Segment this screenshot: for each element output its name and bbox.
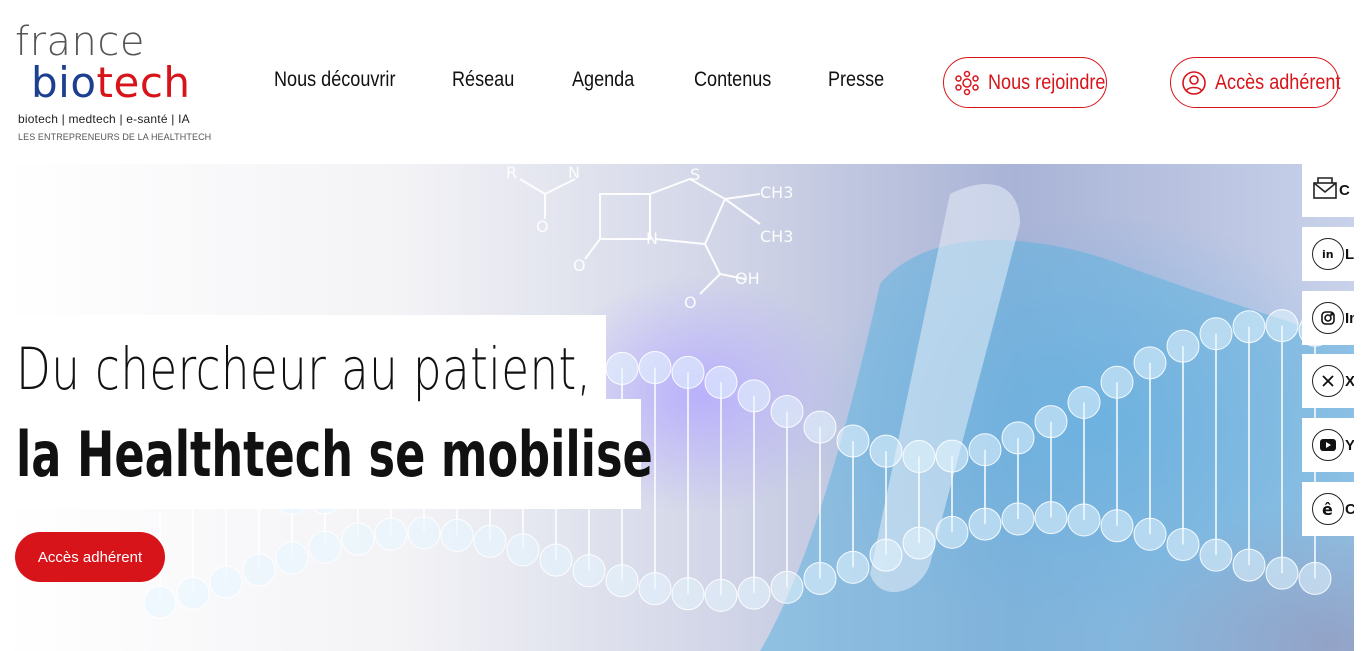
social-tab-linkedin[interactable]: in Li (1302, 227, 1354, 281)
youtube-icon (1312, 429, 1344, 461)
chem-n2: N (646, 229, 658, 248)
hero-headline-line1: Du chercheur au patient, (16, 335, 592, 403)
social-tab-youtube-label: Y (1345, 436, 1354, 454)
logo-subtagline: LES ENTREPRENEURS DE LA HEALTHTECH (18, 132, 212, 142)
user-circle-icon (1181, 70, 1207, 96)
instagram-icon (1312, 302, 1344, 334)
hero-member-access-button[interactable]: Accès adhérent (15, 532, 165, 582)
e-icon: ê (1312, 493, 1344, 525)
join-button-label: Nous rejoindre (988, 70, 1106, 94)
nav-contenus[interactable]: Contenus (694, 68, 771, 92)
chem-n1: N (568, 164, 580, 182)
nav-presse[interactable]: Presse (828, 68, 884, 92)
nav-agenda[interactable]: Agenda (572, 68, 634, 92)
social-tab-instagram-label: In (1345, 309, 1354, 327)
svg-text:in: in (1322, 248, 1334, 261)
social-tab-instagram[interactable]: In (1302, 291, 1354, 345)
join-button[interactable]: Nous rejoindre (943, 57, 1107, 108)
chem-o1: O (536, 217, 549, 236)
chem-s: S (690, 165, 700, 184)
envelope-icon (1312, 175, 1338, 206)
chem-ch3b: CH3 (760, 227, 793, 246)
member-access-button[interactable]: Accès adhérent (1170, 57, 1341, 108)
chem-r: R (506, 164, 517, 182)
logo-tagline: biotech | medtech | e-santé | IA (18, 112, 190, 126)
hero-banner: R N S CH3 CH3 N O O O OH Du chercheur au… (0, 164, 1354, 651)
chem-o2: O (573, 256, 586, 275)
social-tab-contact[interactable]: C (1302, 163, 1354, 217)
social-tab-x-label: X (1345, 372, 1354, 390)
france-biotech-logo[interactable]: france biotech biotech | medtech | e-san… (15, 20, 211, 145)
nav-reseau[interactable]: Réseau (452, 68, 514, 92)
x-icon (1312, 365, 1344, 397)
hero-headline-line2: la Healthtech se mobilise (16, 418, 653, 491)
site-header: france biotech biotech | medtech | e-san… (0, 0, 1366, 164)
svg-text:ê: ê (1322, 500, 1333, 518)
chem-ch3a: CH3 (760, 183, 793, 202)
chem-oh: OH (735, 269, 760, 288)
social-tab-e[interactable]: ê C (1302, 482, 1354, 536)
chem-o3: O (684, 293, 697, 312)
social-tab-linkedin-label: Li (1345, 245, 1354, 263)
social-tab-e-label: C (1345, 500, 1354, 518)
social-tab-youtube[interactable]: Y (1302, 418, 1354, 472)
logo-word-biotech: biotech (31, 58, 191, 107)
member-access-label: Accès adhérent (1215, 70, 1341, 94)
linkedin-icon: in (1312, 238, 1344, 270)
social-tab-contact-label: C (1339, 181, 1350, 199)
network-icon (954, 70, 980, 96)
social-tab-x[interactable]: X (1302, 354, 1354, 408)
nav-nous-decouvrir[interactable]: Nous découvrir (274, 68, 395, 92)
